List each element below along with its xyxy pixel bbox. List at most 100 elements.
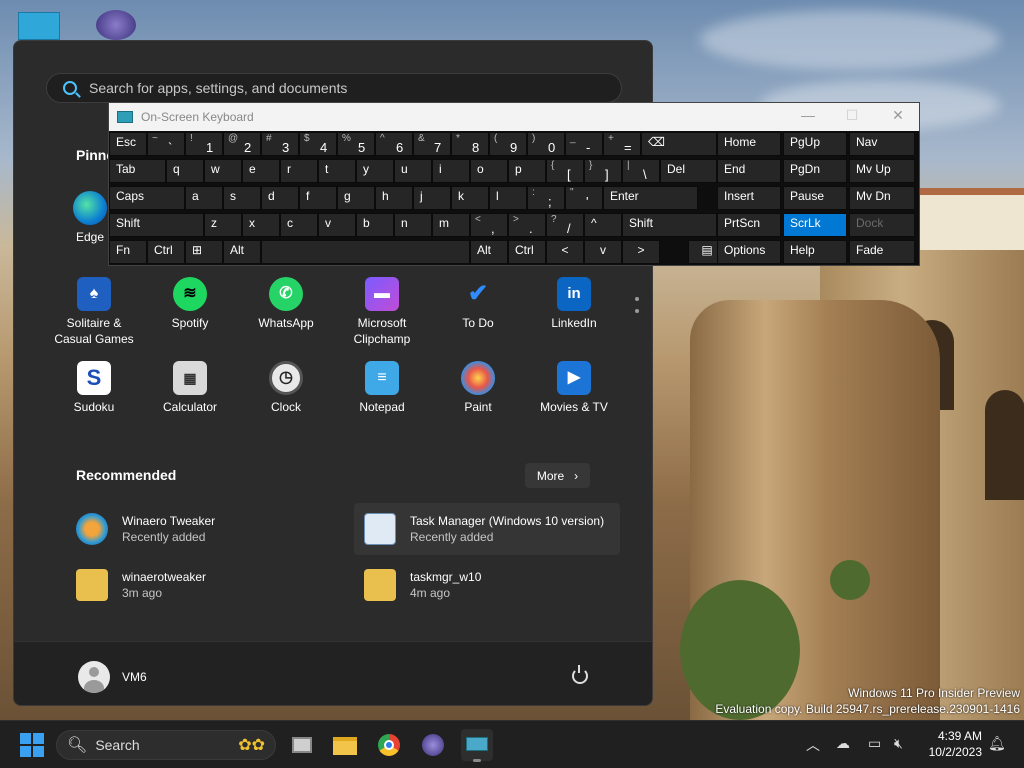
- osk-key-tab[interactable]: Tab: [109, 159, 166, 183]
- osk-key-v[interactable]: v: [318, 213, 356, 237]
- osk-key-space[interactable]: [261, 240, 470, 264]
- power-icon[interactable]: [572, 665, 588, 684]
- osk-key-alt[interactable]: Alt: [470, 240, 508, 264]
- osk-key-e[interactable]: e: [242, 159, 280, 183]
- osk-key-pgdn[interactable]: PgDn: [783, 159, 847, 183]
- osk-key-enter[interactable]: Enter: [603, 186, 698, 210]
- osk-key-b[interactable]: b: [356, 213, 394, 237]
- pinned-app-notepad[interactable]: ≡ Notepad: [334, 361, 430, 415]
- osk-key-c[interactable]: c: [280, 213, 318, 237]
- osk-key-0[interactable]: ) 0: [527, 132, 565, 156]
- osk-key-p[interactable]: p: [508, 159, 546, 183]
- osk-key-9[interactable]: (9: [489, 132, 527, 156]
- osk-key-y[interactable]: y: [356, 159, 394, 183]
- osk-key-prtscn[interactable]: PrtScn: [717, 213, 781, 237]
- osk-key-=[interactable]: + =: [603, 132, 641, 156]
- osk-key-1[interactable]: ! 1: [185, 132, 223, 156]
- onedrive-icon[interactable]: ☁: [836, 735, 850, 752]
- osk-key-u[interactable]: u: [394, 159, 432, 183]
- osk-key-4[interactable]: $4: [299, 132, 337, 156]
- osk-key-pgup[interactable]: PgUp: [783, 132, 847, 156]
- osk-key-options[interactable]: Options: [717, 240, 781, 264]
- osk-key-2[interactable]: @2: [223, 132, 261, 156]
- pinned-app-sudoku[interactable]: S Sudoku: [46, 361, 142, 415]
- osk-taskbar-button[interactable]: [461, 729, 493, 762]
- osk-key-pause[interactable]: Pause: [783, 186, 847, 210]
- osk-key[interactable]: }]: [584, 159, 622, 183]
- osk-key-windows[interactable]: ⊞: [185, 240, 223, 264]
- desktop-shortcut-icon[interactable]: [18, 12, 60, 40]
- osk-key-ctrl[interactable]: Ctrl: [147, 240, 185, 264]
- osk-key-mv-dn[interactable]: Mv Dn: [849, 186, 915, 210]
- winaero-button[interactable]: [417, 729, 449, 761]
- taskbar-search[interactable]: 🔍︎ Search ✿✿: [56, 730, 276, 760]
- osk-key-a[interactable]: a: [185, 186, 223, 210]
- notification-bell-icon[interactable]: 🔔︎: [988, 735, 1006, 752]
- pinned-app-calculator[interactable]: ▦ Calculator: [142, 361, 238, 415]
- osk-key[interactable]: >.: [508, 213, 546, 237]
- file-explorer-button[interactable]: [329, 729, 361, 761]
- osk-key-ctrl[interactable]: Ctrl: [508, 240, 546, 264]
- osk-key-fn[interactable]: Fn: [109, 240, 147, 264]
- osk-key-caps[interactable]: Caps: [109, 186, 185, 210]
- pinned-app-paint[interactable]: Paint: [430, 361, 526, 415]
- chrome-button[interactable]: [373, 729, 405, 761]
- close-button[interactable]: ✕: [883, 107, 913, 127]
- pinned-app-movies-tv[interactable]: ▶ Movies & TV: [526, 361, 622, 415]
- osk-key-nav[interactable]: Nav: [849, 132, 915, 156]
- osk-key-left-arrow[interactable]: <: [546, 240, 584, 264]
- osk-key[interactable]: :;: [527, 186, 565, 210]
- osk-key[interactable]: " ': [565, 186, 603, 210]
- osk-key-6[interactable]: ^ 6: [375, 132, 413, 156]
- osk-key-up-arrow[interactable]: ^: [584, 213, 622, 237]
- osk-key-3[interactable]: #3: [261, 132, 299, 156]
- osk-key--[interactable]: _ -: [565, 132, 603, 156]
- desktop-winaero-icon[interactable]: [96, 10, 136, 40]
- recommended-item[interactable]: winaerotweaker 3m ago: [66, 559, 332, 611]
- osk-titlebar[interactable]: On-Screen Keyboard — ☐ ✕: [109, 103, 919, 131]
- show-hidden-icons-button[interactable]: ︿: [806, 735, 820, 755]
- osk-key-i[interactable]: i: [432, 159, 470, 183]
- pinned-app-whatsapp[interactable]: ✆ WhatsApp: [238, 277, 334, 331]
- osk-key-q[interactable]: q: [166, 159, 204, 183]
- osk-key[interactable]: <,: [470, 213, 508, 237]
- recommended-item[interactable]: Task Manager (Windows 10 version) Recent…: [354, 503, 620, 555]
- osk-key-t[interactable]: t: [318, 159, 356, 183]
- minimize-button[interactable]: —: [793, 107, 823, 127]
- osk-key-8[interactable]: * 8: [451, 132, 489, 156]
- osk-key-f[interactable]: f: [299, 186, 337, 210]
- osk-key-h[interactable]: h: [375, 186, 413, 210]
- osk-key-k[interactable]: k: [451, 186, 489, 210]
- osk-key-mv-up[interactable]: Mv Up: [849, 159, 915, 183]
- osk-key[interactable]: {[: [546, 159, 584, 183]
- osk-key-r[interactable]: r: [280, 159, 318, 183]
- pinned-app-linkedin[interactable]: in LinkedIn: [526, 277, 622, 331]
- osk-key-m[interactable]: m: [432, 213, 470, 237]
- start-search-box[interactable]: Search for apps, settings, and documents: [46, 73, 622, 103]
- osk-key-5[interactable]: % 5: [337, 132, 375, 156]
- osk-key-7[interactable]: & 7: [413, 132, 451, 156]
- taskbar-clock[interactable]: 4:39 AM 10/2/2023: [920, 728, 982, 760]
- osk-key-backspace[interactable]: ⌫: [641, 132, 717, 156]
- pinned-app-clock[interactable]: ◷ Clock: [238, 361, 334, 415]
- osk-key-dock[interactable]: Dock: [849, 213, 915, 237]
- osk-key-esc[interactable]: Esc: [109, 132, 147, 156]
- osk-key-home[interactable]: Home: [717, 132, 781, 156]
- osk-key-g[interactable]: g: [337, 186, 375, 210]
- osk-key-`[interactable]: ~ `: [147, 132, 185, 156]
- more-button[interactable]: More ›: [525, 463, 590, 488]
- osk-key-j[interactable]: j: [413, 186, 451, 210]
- user-account-button[interactable]: VM6: [78, 661, 147, 693]
- osk-key-insert[interactable]: Insert: [717, 186, 781, 210]
- volume-muted-icon[interactable]: 🔇︎: [894, 735, 903, 752]
- osk-key-z[interactable]: z: [204, 213, 242, 237]
- osk-key-shift[interactable]: Shift: [109, 213, 204, 237]
- pinned-app-clipchamp[interactable]: ▬ Microsoft Clipchamp: [334, 277, 430, 347]
- pinned-app-todo[interactable]: ✔ To Do: [430, 277, 526, 331]
- osk-key-d[interactable]: d: [261, 186, 299, 210]
- osk-key-l[interactable]: l: [489, 186, 527, 210]
- recommended-item[interactable]: taskmgr_w10 4m ago: [354, 559, 620, 611]
- osk-key[interactable]: | \: [622, 159, 660, 183]
- osk-key[interactable]: ? /: [546, 213, 584, 237]
- osk-key-del[interactable]: Del: [660, 159, 717, 183]
